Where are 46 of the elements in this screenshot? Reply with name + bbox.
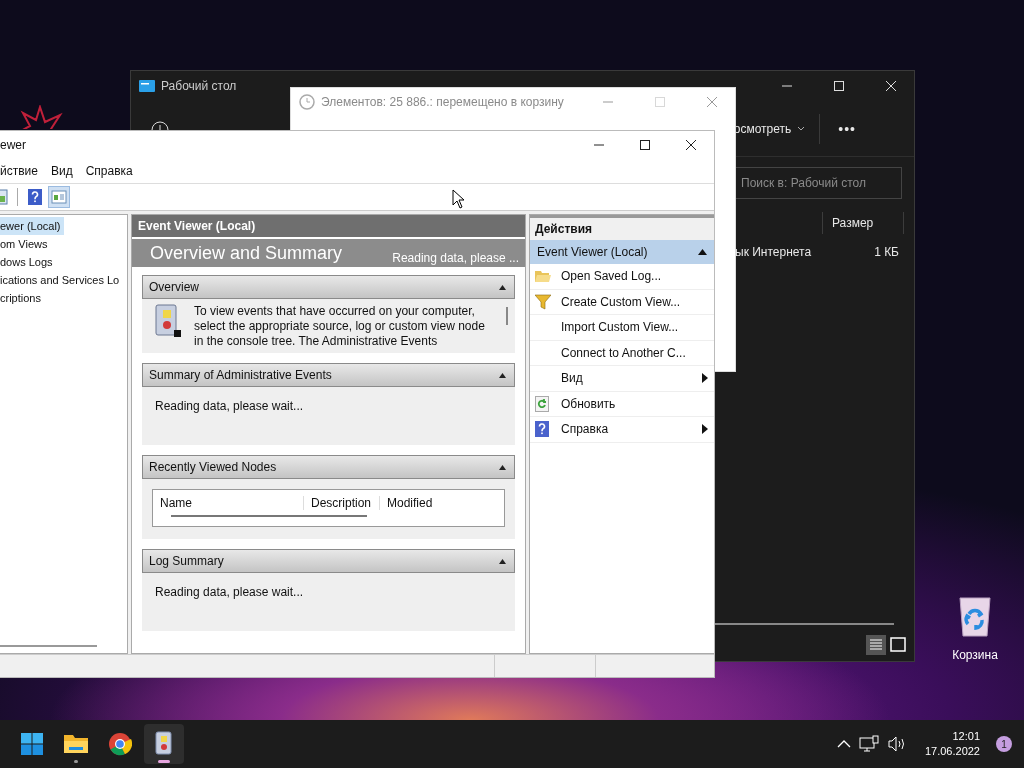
action-item[interactable]: Обновить xyxy=(530,391,714,417)
window-title: ewer xyxy=(0,138,26,152)
menu-item[interactable]: Справка xyxy=(85,164,133,178)
section-title: Recently Viewed Nodes xyxy=(149,460,277,474)
column-header[interactable]: Name xyxy=(153,496,304,510)
clock-date[interactable]: 17.06.2022 xyxy=(924,744,980,759)
section-header[interactable]: Overview xyxy=(142,275,515,299)
section-title: Overview xyxy=(149,280,199,294)
tree-item[interactable]: ewer (Local) xyxy=(0,217,64,235)
window-title: Рабочий стол xyxy=(161,79,237,93)
action-item[interactable]: Create Custom View... xyxy=(530,289,714,315)
file-size: 1 КБ xyxy=(873,245,899,259)
action-item[interactable]: Open Saved Log... xyxy=(530,264,714,290)
column-header[interactable]: Размер xyxy=(822,212,904,234)
tree-item[interactable]: ications and Services Lo xyxy=(0,271,123,289)
dialog-title: Элементов: 25 886.: перемещено в корзину xyxy=(321,95,564,109)
section-header[interactable]: Log Summary xyxy=(142,549,515,573)
action-item[interactable]: Import Custom View... xyxy=(530,315,714,341)
tree-item[interactable]: om Views xyxy=(0,235,51,253)
action-item[interactable]: Справка xyxy=(530,417,714,443)
panel-header: Event Viewer (Local) xyxy=(132,215,525,237)
file-name: ык Интернета xyxy=(735,245,813,259)
page-title: Overview and Summary xyxy=(150,242,343,264)
section-title: Log Summary xyxy=(149,554,224,568)
column-header[interactable]: Description xyxy=(304,496,380,510)
column-header[interactable]: Modified xyxy=(380,496,433,510)
actions-header: Действия xyxy=(530,215,714,240)
section-header[interactable]: Recently Viewed Nodes xyxy=(142,455,515,479)
clock-time[interactable]: 12:01 xyxy=(952,729,980,744)
menu-item[interactable]: йствие xyxy=(0,164,38,178)
desktop-icon-label[interactable]: Корзина xyxy=(952,648,998,662)
view-button[interactable]: осмотреть xyxy=(729,117,810,140)
more-button[interactable]: ••• xyxy=(830,116,864,141)
section-title: Summary of Administrative Events xyxy=(149,368,332,382)
tree-item[interactable]: criptions xyxy=(0,289,44,307)
section-header[interactable]: Summary of Administrative Events xyxy=(142,363,515,387)
status-text: Reading data, please ... xyxy=(392,251,519,267)
tree-item[interactable]: dows Logs xyxy=(0,253,56,271)
action-item[interactable]: Connect to Another C... xyxy=(530,340,714,366)
action-item[interactable]: Вид xyxy=(530,366,714,392)
overview-text: To view events that have occurred on your computer, select the appropriate source, log or custom view node in the console tree. The Administrative Events xyxy=(194,304,486,349)
loading-message: Reading data, please wait... xyxy=(155,585,304,599)
notification-badge[interactable]: 1 xyxy=(996,736,1012,752)
actions-group[interactable]: Event Viewer (Local) xyxy=(530,240,714,264)
loading-message: Reading data, please wait... xyxy=(155,399,304,413)
menu-item[interactable]: Вид xyxy=(50,164,73,178)
